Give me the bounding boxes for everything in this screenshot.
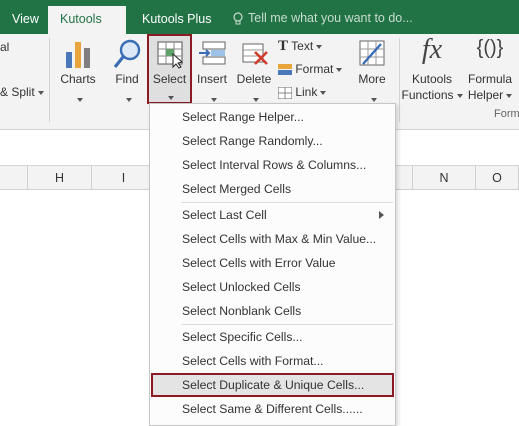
split-label: & Split <box>0 85 35 99</box>
chevron-down-icon <box>252 97 259 102</box>
menu-item-select-last-cell[interactable]: Select Last Cell <box>151 203 394 227</box>
chevron-down-icon <box>210 97 217 102</box>
chevron-down-icon <box>168 95 174 100</box>
chevron-down-icon <box>336 67 343 72</box>
chevron-down-icon <box>316 44 323 49</box>
formula-braces-icon: {()} <box>476 37 504 59</box>
ribbon-tab-bar: View Kutools ™ Kutools Plus Tell me what… <box>0 0 519 52</box>
menu-item-select-duplicate-unique-cells[interactable]: Select Duplicate & Unique Cells... <box>151 373 394 397</box>
formula-label: Formula <box>467 72 512 86</box>
chevron-down-icon <box>37 90 44 95</box>
tab-kutools-plus[interactable]: Kutools Plus <box>130 6 223 34</box>
charts-button[interactable]: Charts <box>56 34 100 126</box>
link-icon <box>277 86 293 100</box>
find-label: Find <box>115 72 139 86</box>
tab-kutools[interactable]: Kutools ™ <box>48 6 126 52</box>
text-label: Text <box>291 39 314 53</box>
insert-rows-icon <box>199 41 226 65</box>
tell-me-search[interactable]: Tell me what you want to do... <box>232 6 413 30</box>
helper-label: Helper <box>464 88 516 102</box>
chevron-down-icon <box>456 93 463 98</box>
tab-view[interactable]: View <box>0 6 51 34</box>
submenu-arrow-icon <box>379 211 384 219</box>
find-button[interactable]: Find <box>106 34 148 126</box>
column-header-partial[interactable] <box>0 166 28 190</box>
select-button[interactable]: Select <box>147 34 192 104</box>
format-icon <box>278 63 292 75</box>
function-fx-icon: fx <box>421 34 443 65</box>
tell-me-text: Tell me what you want to do... <box>248 11 413 25</box>
format-button[interactable]: Format <box>278 62 343 76</box>
separator <box>49 38 50 122</box>
menu-item-select-range-helper[interactable]: Select Range Helper... <box>151 105 394 129</box>
lightbulb-icon <box>233 12 243 25</box>
magnifier-icon <box>113 39 141 68</box>
menu-item-select-unlocked-cells[interactable]: Select Unlocked Cells <box>151 275 394 299</box>
link-button[interactable]: Link <box>277 85 327 100</box>
chevron-down-icon <box>506 93 513 98</box>
link-label: Link <box>295 85 318 99</box>
kutools-functions-button[interactable]: fx Kutools Functions <box>401 34 463 114</box>
separator <box>399 38 400 122</box>
column-header-h[interactable]: H <box>28 166 92 190</box>
menu-item-select-merged-cells[interactable]: Select Merged Cells <box>151 177 394 201</box>
delete-label: Delete <box>236 72 272 86</box>
text-button[interactable]: T Text <box>278 38 323 55</box>
insert-label: Insert <box>196 72 227 86</box>
column-header-n[interactable]: N <box>412 166 476 190</box>
menu-item-select-same-different-cells[interactable]: Select Same & Different Cells...... <box>151 397 394 421</box>
menu-item-select-range-randomly[interactable]: Select Range Randomly... <box>151 129 394 153</box>
formula-helper-button[interactable]: {()} Formula Helper <box>464 34 516 114</box>
format-label: Format <box>295 62 334 76</box>
menu-item-select-nonblank-cells[interactable]: Select Nonblank Cells <box>151 299 394 323</box>
select-cells-icon <box>157 41 183 69</box>
kutools-label: Kutools <box>411 72 453 86</box>
text-icon: T <box>278 38 289 54</box>
select-label: Select <box>152 72 187 86</box>
menu-item-select-specific-cells[interactable]: Select Specific Cells... <box>151 325 394 349</box>
functions-label: Functions <box>401 88 463 102</box>
menu-item-select-cells-max-min[interactable]: Select Cells with Max & Min Value... <box>151 227 394 251</box>
group-label-formula: Form <box>494 108 519 120</box>
select-last-cell-label: Select Last Cell <box>182 208 267 222</box>
menu-item-select-interval-rows-columns[interactable]: Select Interval Rows & Columns... <box>151 153 394 177</box>
column-header-o[interactable]: O <box>476 166 519 190</box>
menu-item-select-cells-error-value[interactable]: Select Cells with Error Value <box>151 251 394 275</box>
charts-label: Charts <box>60 72 96 86</box>
delete-icon <box>242 43 268 65</box>
split-button[interactable]: & Split <box>0 85 44 99</box>
more-tools-icon <box>359 40 385 66</box>
chevron-down-icon <box>370 97 377 102</box>
more-label: More <box>358 72 386 86</box>
partial-group-label: al <box>0 40 10 54</box>
bar-chart-icon <box>66 42 90 68</box>
chevron-down-icon <box>76 97 83 102</box>
select-dropdown-menu: Select Range Helper... Select Range Rand… <box>149 103 396 426</box>
chevron-down-icon <box>125 97 132 102</box>
menu-item-select-cells-with-format[interactable]: Select Cells with Format... <box>151 349 394 373</box>
column-header-i[interactable]: I <box>92 166 156 190</box>
chevron-down-icon <box>320 90 327 95</box>
